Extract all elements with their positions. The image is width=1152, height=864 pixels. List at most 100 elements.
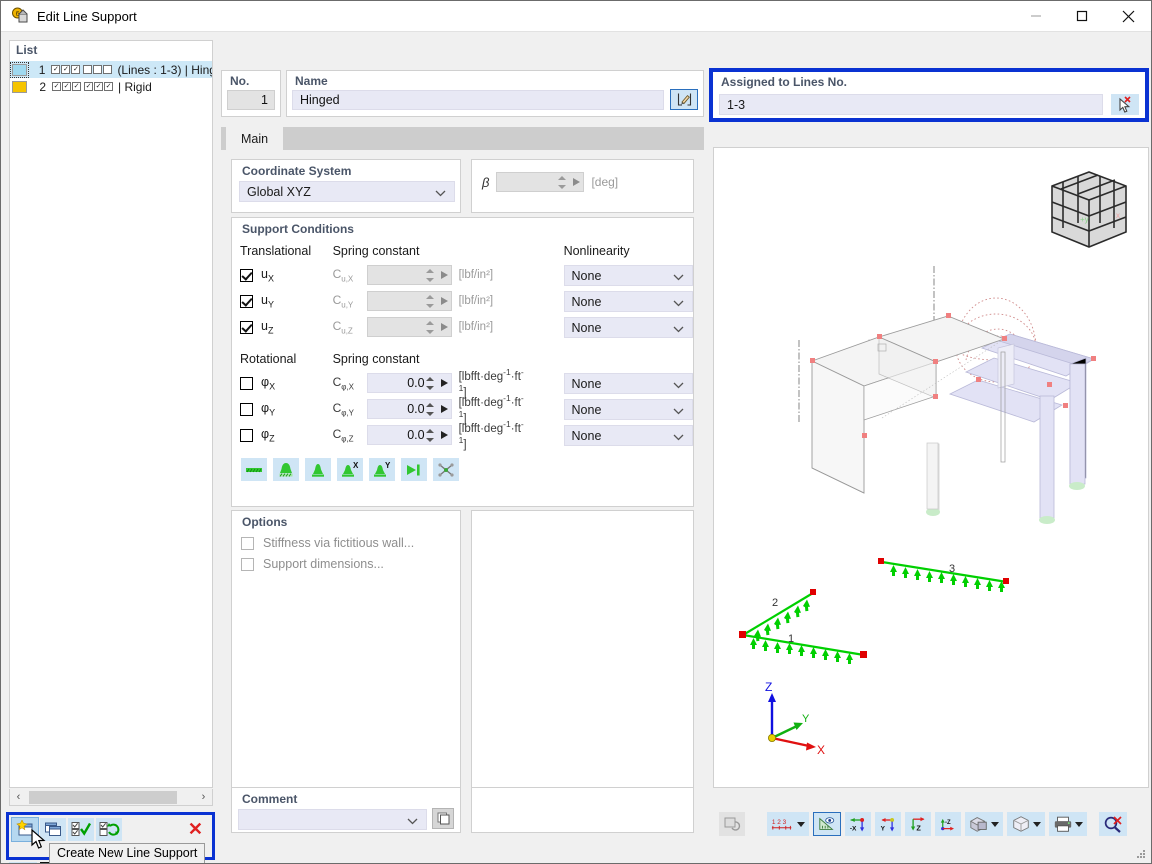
spinner-icon[interactable]: [557, 174, 568, 191]
assigned-to-lines-input[interactable]: 1-3: [719, 94, 1103, 115]
list-item[interactable]: 2 ✓ ✓ ✓ ✓ ✓ ✓ | Rigid: [10, 78, 212, 95]
nonlinearity-select-uy[interactable]: None: [564, 291, 693, 312]
printer-icon[interactable]: [1049, 812, 1087, 836]
support-hatched-icon[interactable]: [273, 458, 299, 481]
nonlinearity-select-ux[interactable]: None: [564, 265, 693, 286]
support-triangle-icon[interactable]: [305, 458, 331, 481]
support-wall-icon[interactable]: [401, 458, 427, 481]
option-support-dimensions[interactable]: Support dimensions...: [232, 550, 460, 571]
spring-unit-ux: [lbf/in²]: [452, 269, 532, 281]
dof-label-phix: φX: [261, 375, 275, 392]
checkbox-uy[interactable]: [240, 295, 253, 308]
checkbox-ux[interactable]: [240, 269, 253, 282]
flag: ✓: [71, 65, 80, 74]
checkbox-phiz[interactable]: [240, 429, 253, 442]
name-input[interactable]: Hinged: [292, 90, 664, 110]
condition-row-phiz: φZ Cφ,Z 0.0 [lbfft·deg-1·ft-1]: [240, 422, 693, 448]
checkbox-phix[interactable]: [240, 377, 253, 390]
support-triangle-y-icon[interactable]: Y: [369, 458, 395, 481]
nonlinearity-select-phix[interactable]: None: [564, 373, 693, 394]
spring-input-uy[interactable]: [367, 291, 452, 311]
spinner-icon[interactable]: [425, 267, 436, 284]
window-title: Edit Line Support: [37, 9, 137, 24]
spinner-icon[interactable]: [425, 427, 436, 444]
spring-input-ux[interactable]: [367, 265, 452, 285]
svg-text:Z: Z: [916, 823, 921, 832]
pencil-edit-icon[interactable]: [670, 89, 698, 110]
list-item[interactable]: 1 ✓ ✓ ✓ (Lines : 1-3) | Hing: [10, 61, 212, 78]
support-triangle-x-icon[interactable]: X: [337, 458, 363, 481]
flag: ✓: [104, 82, 113, 91]
tab-main[interactable]: Main: [226, 127, 283, 150]
expand-icon[interactable]: [441, 405, 448, 413]
comment-input[interactable]: [238, 809, 427, 830]
dof-label-uy: uY: [261, 293, 274, 310]
assigned-to-lines-group: Assigned to Lines No. 1-3: [709, 68, 1149, 122]
checkbox-support-dimensions[interactable]: [241, 558, 254, 571]
checkbox-phiy[interactable]: [240, 403, 253, 416]
invert-selection-button[interactable]: [96, 818, 122, 841]
copy-comment-icon[interactable]: [432, 808, 454, 829]
measure-eye-icon[interactable]: [813, 812, 841, 836]
list-item-number: 2: [32, 80, 46, 94]
checkbox-uz[interactable]: [240, 321, 253, 334]
wire-box-icon[interactable]: [1007, 812, 1045, 836]
option-stiffness-fictitious-wall[interactable]: Stiffness via fictitious wall...: [232, 529, 460, 550]
checkbox-stiffness-wall[interactable]: [241, 537, 254, 550]
spinner-icon[interactable]: [425, 375, 436, 392]
spring-input-phix[interactable]: 0.0: [367, 373, 452, 393]
close-button[interactable]: [1105, 1, 1151, 32]
expand-icon[interactable]: [441, 431, 448, 439]
select-all-button[interactable]: [68, 818, 94, 841]
chevron-down-icon[interactable]: [991, 822, 999, 827]
chevron-down-icon[interactable]: [797, 822, 805, 827]
support-conditions-table: Translational Spring constant Nonlineari…: [232, 236, 693, 448]
list-horizontal-scrollbar[interactable]: ‹ ›: [9, 789, 213, 806]
scrollbar-thumb[interactable]: [29, 791, 177, 804]
resize-grip[interactable]: [1135, 848, 1147, 860]
spinner-icon[interactable]: [425, 401, 436, 418]
coordinate-system-select[interactable]: Global XYZ: [239, 181, 455, 202]
spring-input-uz[interactable]: [367, 317, 452, 337]
scrollbar-track[interactable]: [27, 790, 195, 805]
pick-cursor-icon[interactable]: [1111, 94, 1139, 115]
beta-expand-icon[interactable]: [573, 178, 580, 186]
expand-icon[interactable]: [441, 323, 448, 331]
expand-icon[interactable]: [441, 379, 448, 387]
chevron-down-icon[interactable]: [1075, 822, 1083, 827]
scroll-left-arrow[interactable]: ‹: [10, 790, 27, 805]
name-label: Name: [287, 71, 703, 88]
spring-input-phiy[interactable]: 0.0: [367, 399, 452, 419]
spring-tag-phiy: Cφ,Y: [333, 401, 367, 417]
model-viewport[interactable]: +y x: [713, 147, 1149, 788]
maximize-button[interactable]: [1059, 1, 1105, 32]
tab-strip: Main: [221, 127, 704, 150]
view-z-icon[interactable]: Z: [905, 812, 931, 836]
title-bar: 6 Edit Line Support: [1, 1, 1151, 32]
spinner-icon[interactable]: [425, 319, 436, 336]
beta-input[interactable]: [496, 172, 584, 192]
delete-line-support-button[interactable]: ✕: [188, 819, 203, 840]
spring-input-phiz[interactable]: 0.0: [367, 425, 452, 445]
svg-text:-X: -X: [850, 825, 857, 832]
spring-strip-icon[interactable]: [241, 458, 267, 481]
spinner-icon[interactable]: [425, 293, 436, 310]
support-free-icon[interactable]: [433, 458, 459, 481]
magnifier-reset-icon[interactable]: [1099, 812, 1127, 836]
nonlinearity-select-phiz[interactable]: None: [564, 425, 693, 446]
nonlinearity-select-phiy[interactable]: None: [564, 399, 693, 420]
numbering-123-icon[interactable]: 1 2 3: [767, 812, 809, 836]
chevron-down-icon[interactable]: [1033, 822, 1041, 827]
minimize-button[interactable]: [1013, 1, 1059, 32]
expand-icon[interactable]: [441, 271, 448, 279]
chevron-down-icon[interactable]: [407, 815, 418, 829]
dof-label-phiy: φY: [261, 401, 275, 418]
scroll-right-arrow[interactable]: ›: [195, 790, 212, 805]
solid-box-icon[interactable]: [965, 812, 1003, 836]
view-y-icon[interactable]: Y: [875, 812, 901, 836]
view-minus-z-icon[interactable]: -Z: [935, 812, 961, 836]
nonlinearity-select-uz[interactable]: None: [564, 317, 693, 338]
expand-icon[interactable]: [441, 297, 448, 305]
list-item-label: (Lines : 1-3) | Hing: [117, 63, 212, 77]
view-minus-x-icon[interactable]: -X: [845, 812, 871, 836]
